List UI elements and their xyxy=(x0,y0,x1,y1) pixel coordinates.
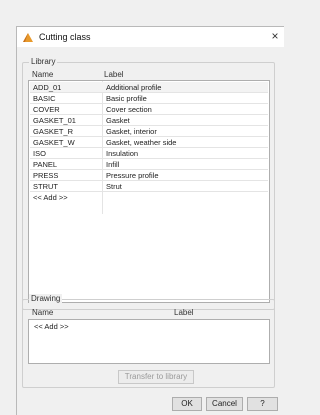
library-row[interactable]: GASKET_R Gasket, interior xyxy=(30,126,268,137)
dialog-title: Cutting class xyxy=(39,32,91,42)
library-row-label: Gasket, weather side xyxy=(106,138,177,147)
cutting-class-dialog: Cutting class × Library Name Label ADD_0… xyxy=(16,26,284,415)
help-button[interactable]: ? xyxy=(247,397,278,411)
library-row-name: STRUT xyxy=(33,182,58,191)
library-row-label: Gasket xyxy=(106,116,130,125)
library-row-name: BASIC xyxy=(33,94,56,103)
drawing-add-row[interactable]: << Add >> xyxy=(30,321,268,332)
close-button[interactable]: × xyxy=(268,29,282,43)
library-table: ADD_01 Additional profile BASIC Basic profi… xyxy=(28,80,270,303)
library-row-name: ISO xyxy=(33,149,46,158)
library-row-label: Cover section xyxy=(106,105,152,114)
library-col-label-header: Label xyxy=(104,70,124,79)
drawing-col-label-header: Label xyxy=(174,308,194,317)
drawing-group-title: Drawing xyxy=(29,294,63,303)
drawing-add-row-label: << Add >> xyxy=(34,322,69,331)
library-row[interactable]: GASKET_01 Gasket xyxy=(30,115,268,126)
library-row-name: GASKET_R xyxy=(33,127,74,136)
library-row-name: GASKET_01 xyxy=(33,116,76,125)
library-row[interactable]: PRESS Pressure profile xyxy=(30,170,268,181)
library-row-label: Additional profile xyxy=(106,83,162,92)
library-group: Library Name Label ADD_01 Additional prof… xyxy=(22,57,275,310)
library-row[interactable]: PANEL Infill xyxy=(30,159,268,170)
library-row-name: COVER xyxy=(33,105,60,114)
library-row[interactable]: STRUT Strut xyxy=(30,181,268,192)
transfer-to-library-button[interactable]: Transfer to library xyxy=(118,370,194,384)
library-row[interactable]: BASIC Basic profile xyxy=(30,93,268,104)
library-row-label: Pressure profile xyxy=(106,171,159,180)
library-group-title: Library xyxy=(29,57,58,66)
library-row-name: PANEL xyxy=(33,160,58,169)
drawing-col-name-header: Name xyxy=(32,308,54,317)
library-row[interactable]: ISO Insulation xyxy=(30,148,268,159)
library-row-label: Infill xyxy=(106,160,120,169)
library-row-label: Gasket, interior xyxy=(106,127,157,136)
library-row-name: GASKET_W xyxy=(33,138,75,147)
ok-button[interactable]: OK xyxy=(172,397,202,411)
library-add-row[interactable]: << Add >> xyxy=(30,192,268,203)
library-col-name-header: Name xyxy=(32,70,54,79)
library-row-label: Strut xyxy=(106,182,122,191)
title-bar: Cutting class × xyxy=(17,27,284,47)
library-row[interactable]: ADD_01 Additional profile xyxy=(30,82,268,93)
library-row-name: PRESS xyxy=(33,171,59,180)
drawing-table: << Add >> xyxy=(28,319,270,364)
library-row-label: Insulation xyxy=(106,149,139,158)
library-row-name: ADD_01 xyxy=(33,83,62,92)
ruler-triangle-icon xyxy=(23,33,33,42)
library-row-label: Basic profile xyxy=(106,94,147,103)
library-row[interactable]: GASKET_W Gasket, weather side xyxy=(30,137,268,148)
library-row[interactable]: COVER Cover section xyxy=(30,104,268,115)
cancel-button[interactable]: Cancel xyxy=(206,397,243,411)
library-add-row-label: << Add >> xyxy=(33,193,68,202)
drawing-group: Drawing Name Label << Add >> Transfer to… xyxy=(22,294,275,388)
